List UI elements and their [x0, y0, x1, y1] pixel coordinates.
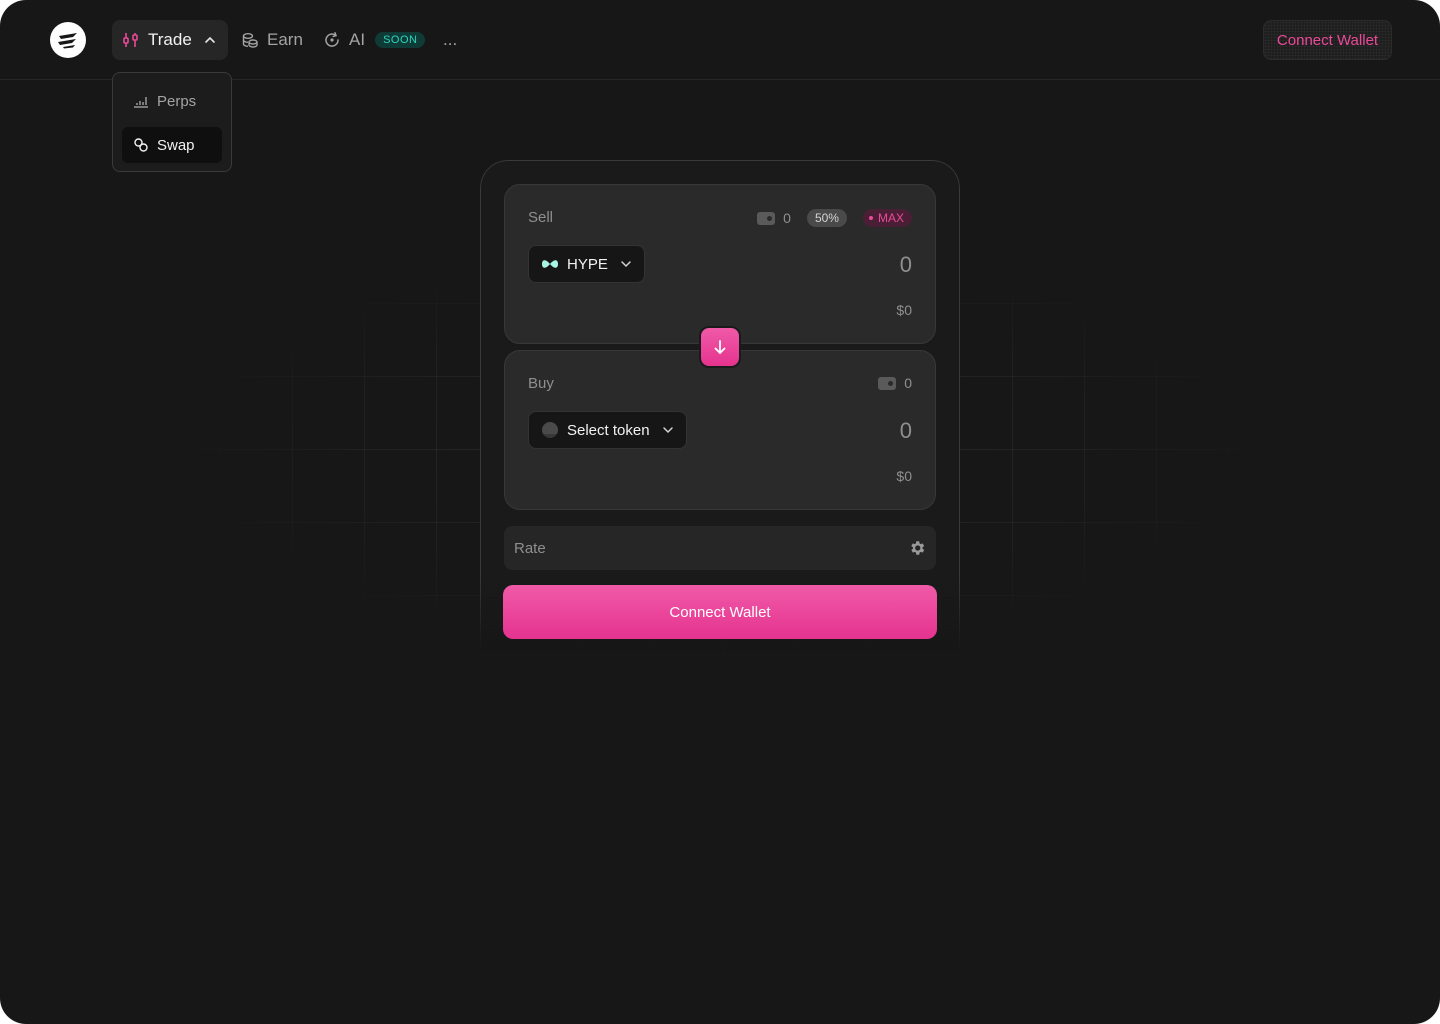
nav-trade-label: Trade: [148, 30, 192, 49]
sell-panel: Sell 0 50% MAX HYPE $0: [504, 184, 936, 344]
menu-item-swap-label: Swap: [157, 136, 195, 154]
chart-icon: [134, 97, 148, 108]
sell-balance: 0: [783, 210, 791, 226]
hype-token-icon: [542, 260, 558, 268]
buy-balance-group: 0: [878, 375, 912, 391]
menu-item-perps-label: Perps: [157, 92, 197, 110]
menu-item-swap[interactable]: Swap: [122, 127, 222, 163]
buy-label: Buy: [528, 375, 554, 392]
chevron-up-icon: [204, 36, 215, 43]
buy-token-label: Select token: [567, 421, 650, 439]
sell-token-selector[interactable]: HYPE: [528, 245, 645, 283]
nav-more[interactable]: ...: [443, 20, 457, 60]
app-window: Trade Earn AI SOON ... Connect Wallet Pe…: [0, 0, 1440, 1024]
top-header: Trade Earn AI SOON ... Connect Wallet: [0, 0, 1440, 80]
ai-refresh-icon: [325, 32, 339, 47]
logo-icon: [58, 33, 77, 49]
rate-label: Rate: [514, 540, 546, 557]
gear-icon[interactable]: [908, 539, 926, 557]
nav-ai[interactable]: AI SOON: [323, 20, 426, 60]
buy-amount-input[interactable]: [712, 417, 912, 445]
max-button[interactable]: MAX: [862, 209, 912, 227]
sell-token-label: HYPE: [567, 255, 608, 273]
sell-label: Sell: [528, 209, 554, 226]
buy-panel: Buy 0 Select token $0: [504, 350, 936, 510]
trade-icon: [123, 33, 138, 47]
sell-balance-group: 0 50% MAX: [757, 209, 912, 227]
max-label: MAX: [877, 211, 904, 225]
nav-earn[interactable]: Earn: [241, 20, 303, 60]
rate-row: Rate: [504, 526, 936, 570]
switch-direction-button[interactable]: [699, 326, 741, 368]
swap-icon: [134, 138, 148, 152]
nav-earn-label: Earn: [267, 30, 303, 49]
coins-icon: [242, 33, 258, 48]
soon-badge: SOON: [375, 32, 426, 48]
buy-usd-value: $0: [896, 468, 912, 484]
header-connect-wallet-button[interactable]: Connect Wallet: [1263, 20, 1392, 60]
wallet-icon: [757, 211, 776, 225]
trade-dropdown-menu: Perps Swap: [112, 72, 232, 172]
buy-token-selector[interactable]: Select token: [528, 411, 687, 449]
nav-ai-label: AI: [349, 30, 366, 49]
menu-item-perps[interactable]: Perps: [122, 83, 222, 119]
sell-usd-value: $0: [896, 302, 912, 318]
buy-balance: 0: [904, 375, 912, 391]
half-button[interactable]: 50%: [806, 209, 847, 227]
sell-amount-input[interactable]: [712, 251, 912, 279]
chevron-down-icon: [621, 261, 631, 268]
chevron-down-icon: [662, 427, 673, 434]
nav-trade[interactable]: Trade: [112, 20, 228, 60]
connect-wallet-button[interactable]: Connect Wallet: [503, 585, 937, 639]
app-logo[interactable]: [50, 22, 86, 58]
max-dot-icon: [868, 216, 873, 220]
arrow-down-icon: [714, 340, 726, 354]
token-placeholder-icon: [542, 422, 558, 439]
wallet-icon: [878, 376, 897, 390]
